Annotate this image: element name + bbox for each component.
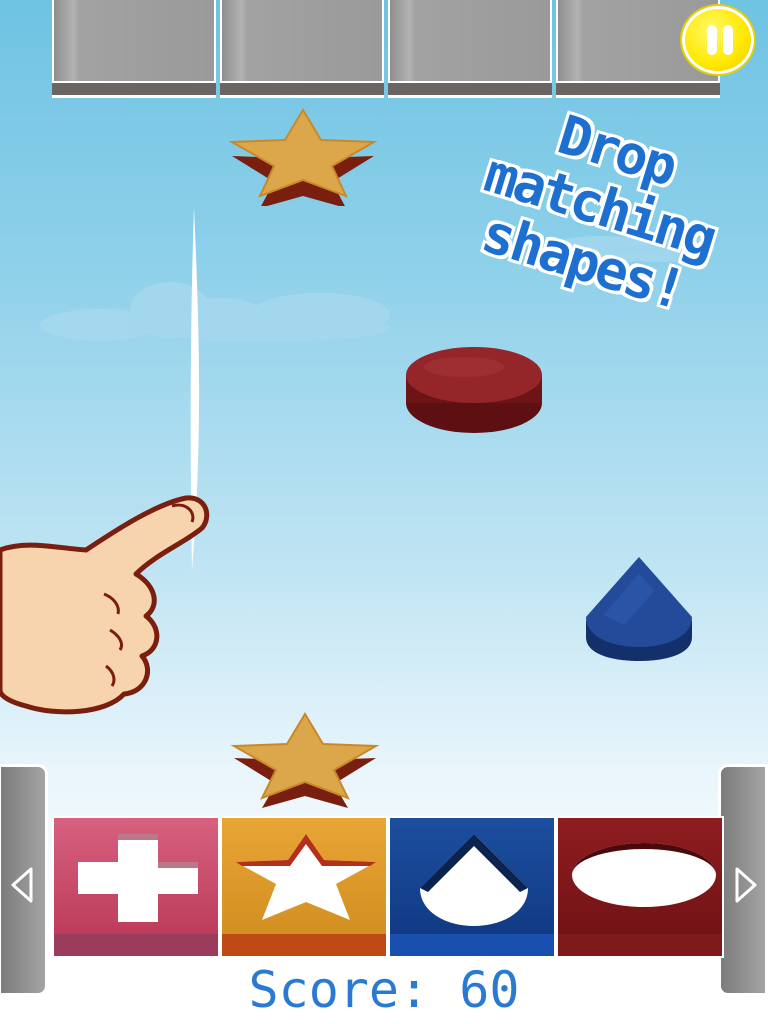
bin-star-lip <box>222 934 386 956</box>
arrow-left-icon <box>11 867 33 903</box>
score-display: Score: 60 <box>0 960 768 1020</box>
hopper-3 <box>388 0 552 98</box>
falling-star-bottom[interactable] <box>230 712 380 808</box>
bin-drop-lip <box>390 934 554 956</box>
drop-slot-icon <box>420 834 528 926</box>
star-slot-icon <box>236 834 376 920</box>
bin-circle-lip <box>558 934 722 956</box>
falling-circle[interactable] <box>404 345 544 437</box>
arrow-right-icon <box>735 867 757 903</box>
pause-icon <box>707 25 717 55</box>
hopper-2 <box>220 0 384 98</box>
pause-icon-bar-2 <box>723 25 733 55</box>
cloud-left <box>40 282 390 342</box>
score-value: 60 <box>459 961 520 1019</box>
bin-cross[interactable] <box>52 816 220 958</box>
falling-drop[interactable] <box>584 555 694 665</box>
circle-slot-icon <box>572 843 716 907</box>
bin-star[interactable] <box>220 816 388 958</box>
hopper-1 <box>52 0 216 98</box>
bin-cross-lip <box>54 934 218 956</box>
bin-drop[interactable] <box>388 816 556 958</box>
cross-slot-icon <box>78 834 198 922</box>
pointing-hand-icon <box>0 495 210 715</box>
bin-circle[interactable] <box>556 816 724 958</box>
falling-star-top[interactable] <box>228 108 378 206</box>
score-label: Score: <box>248 961 430 1019</box>
pause-button[interactable] <box>682 6 754 74</box>
